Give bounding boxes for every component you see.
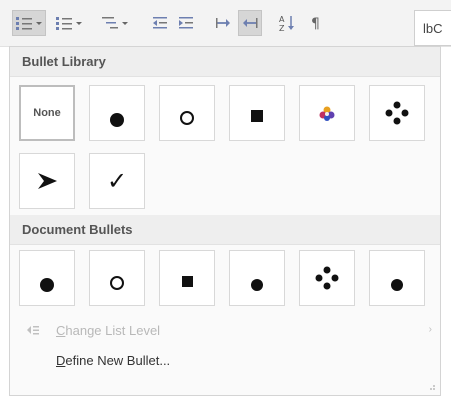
right-to-left-icon bbox=[243, 18, 258, 28]
bullet-library-header: Bullet Library bbox=[10, 47, 440, 77]
bullet-square[interactable] bbox=[229, 85, 285, 141]
decrease-indent-icon bbox=[153, 17, 167, 29]
hollow-circle-icon bbox=[110, 276, 124, 290]
bullets-icon bbox=[16, 17, 42, 30]
filled-circle-icon bbox=[251, 279, 263, 291]
submenu-chevron-icon: › bbox=[428, 324, 432, 335]
diamond-dots-icon bbox=[385, 101, 409, 125]
multilevel-list-icon bbox=[102, 17, 128, 29]
doc-bullet-square[interactable] bbox=[159, 250, 215, 306]
paragraph-toolbar: A Z ¶ lbC bbox=[0, 0, 451, 47]
hollow-circle-icon bbox=[180, 111, 194, 125]
indent-level-icon bbox=[18, 324, 48, 336]
sort-az-icon: A Z bbox=[279, 15, 294, 33]
define-new-bullet-item[interactable]: Define New Bullet... bbox=[10, 346, 440, 374]
rtl-button[interactable] bbox=[238, 10, 262, 36]
bullet-none[interactable]: None bbox=[19, 85, 75, 141]
bullets-dropdown: Bullet Library None ✓ Document Bullets C… bbox=[9, 46, 441, 396]
change-list-level-item[interactable]: Change List Level › bbox=[10, 316, 440, 344]
flower-icon bbox=[319, 106, 335, 121]
doc-bullet-filled-circle-3[interactable] bbox=[369, 250, 425, 306]
decrease-indent-button[interactable] bbox=[150, 10, 172, 36]
document-bullets-header: Document Bullets bbox=[10, 215, 440, 245]
square-icon bbox=[181, 275, 193, 287]
arrowhead-icon bbox=[38, 173, 57, 189]
filled-circle-icon bbox=[40, 278, 54, 292]
change-list-level-label: Change List Level bbox=[56, 322, 161, 338]
pilcrow-icon: ¶ bbox=[311, 16, 320, 32]
svg-text:Z: Z bbox=[279, 24, 285, 33]
square-icon bbox=[251, 110, 263, 122]
svg-text:¶: ¶ bbox=[311, 16, 320, 32]
numbering-icon bbox=[56, 17, 82, 30]
bullet-none-label: None bbox=[33, 107, 61, 119]
resize-grip-icon[interactable] bbox=[426, 381, 436, 391]
filled-circle-icon bbox=[391, 279, 403, 291]
bullet-filled-circle[interactable] bbox=[89, 85, 145, 141]
bullet-checkmark[interactable]: ✓ bbox=[89, 153, 145, 209]
diamond-dots-icon bbox=[315, 266, 339, 290]
doc-bullet-filled-circle-2[interactable] bbox=[229, 250, 285, 306]
ltr-button[interactable] bbox=[212, 10, 234, 36]
bullet-flower[interactable] bbox=[299, 85, 355, 141]
left-to-right-icon bbox=[216, 18, 230, 28]
style-preview-text: lbC bbox=[423, 21, 443, 36]
sort-button[interactable]: A Z bbox=[276, 10, 298, 36]
increase-indent-button[interactable] bbox=[176, 10, 198, 36]
show-formatting-button[interactable]: ¶ bbox=[306, 10, 328, 36]
svg-text:A: A bbox=[279, 15, 285, 24]
increase-indent-icon bbox=[179, 17, 193, 29]
filled-circle-icon bbox=[110, 113, 124, 127]
doc-bullet-diamond-dots[interactable] bbox=[299, 250, 355, 306]
style-preview[interactable]: lbC bbox=[414, 10, 451, 46]
checkmark-icon: ✓ bbox=[106, 167, 128, 195]
doc-bullet-hollow-circle[interactable] bbox=[89, 250, 145, 306]
multilevel-list-button[interactable] bbox=[98, 10, 132, 36]
bullet-arrow[interactable] bbox=[19, 153, 75, 209]
bullet-diamond-dots[interactable] bbox=[369, 85, 425, 141]
doc-bullet-filled-circle[interactable] bbox=[19, 250, 75, 306]
define-new-bullet-label: Define New Bullet... bbox=[56, 352, 171, 368]
bullets-button[interactable] bbox=[12, 10, 46, 36]
bullet-hollow-circle[interactable] bbox=[159, 85, 215, 141]
numbering-button[interactable] bbox=[52, 10, 86, 36]
